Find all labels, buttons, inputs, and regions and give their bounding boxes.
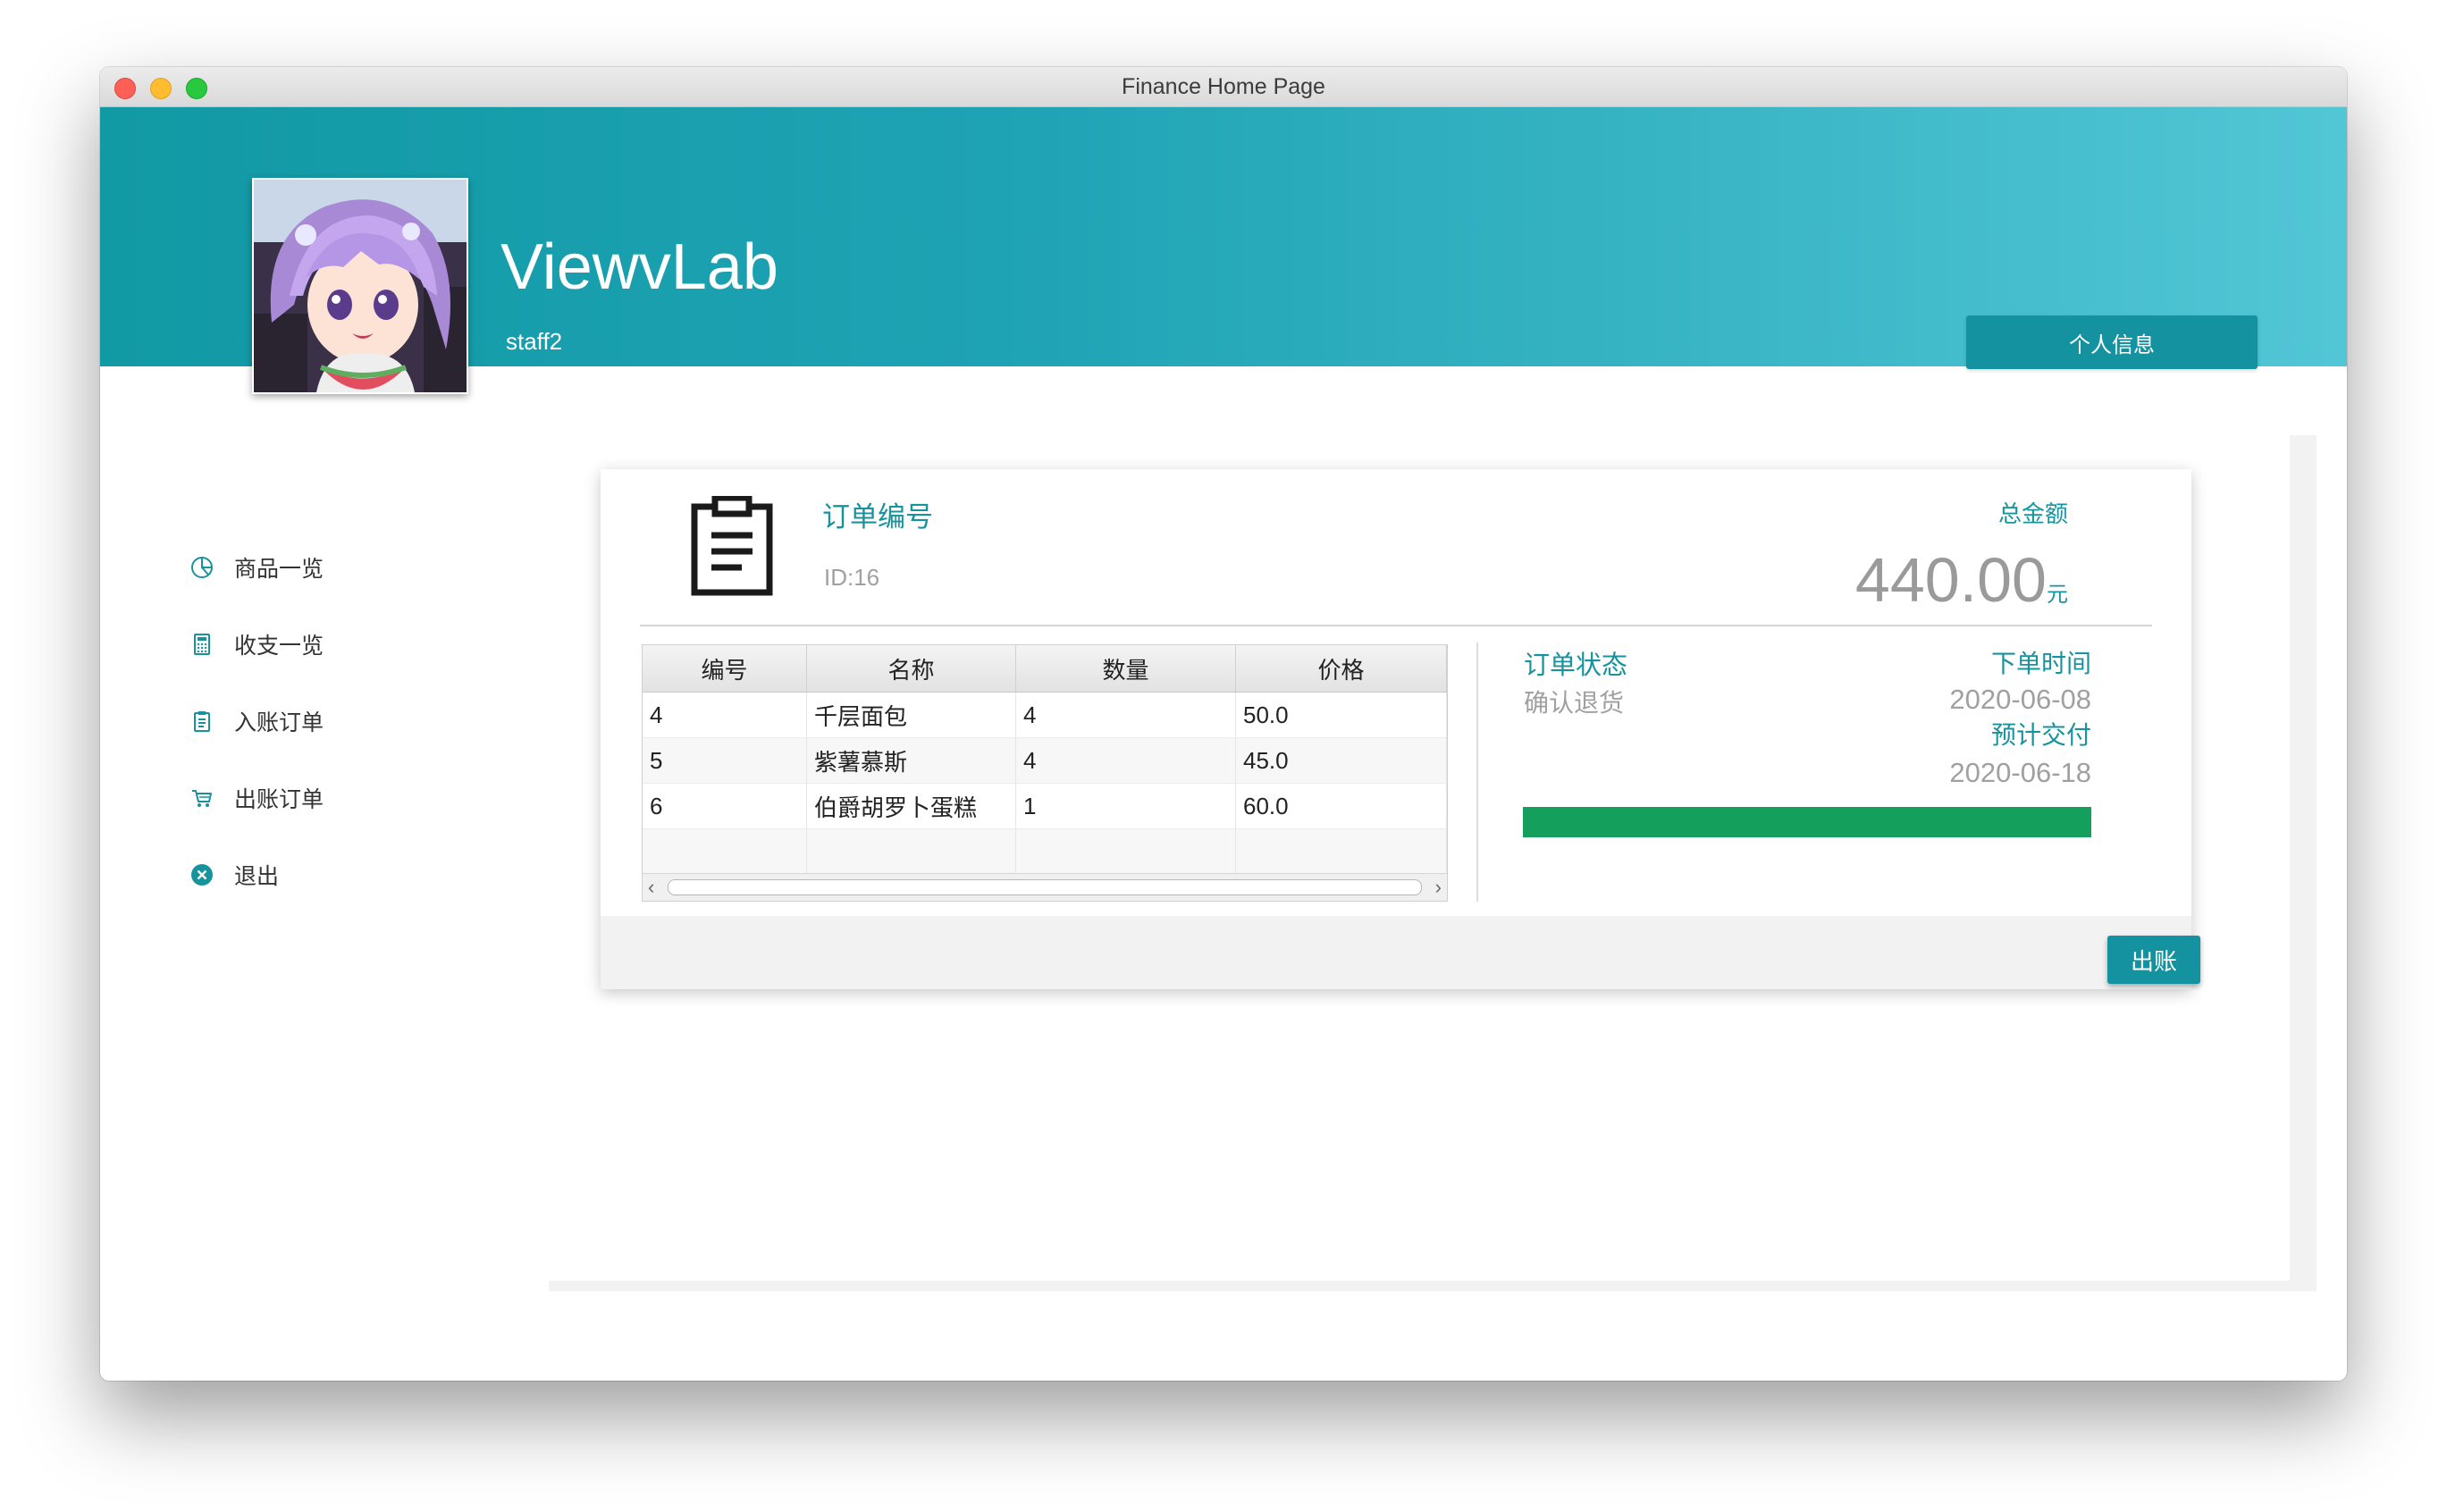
sidebar-item-logout[interactable]: 退出	[189, 857, 413, 893]
pie-chart-icon	[191, 557, 213, 578]
delivery-time-value: 2020-06-18	[1949, 757, 2091, 788]
total-amount: 440.00元	[1855, 544, 2068, 616]
order-time-value: 2020-06-08	[1949, 684, 2091, 715]
checkout-button[interactable]: 出账	[2107, 936, 2200, 984]
table-cell: 紫薯慕斯	[807, 738, 1016, 783]
table-cell: 50.0	[1236, 693, 1447, 737]
empty-cell	[1236, 829, 1447, 874]
table-cell: 4	[1016, 738, 1236, 783]
order-number-label: 订单编号	[822, 501, 933, 533]
vertical-divider	[1476, 643, 1478, 902]
sidebar-item-finance[interactable]: 收支一览	[189, 626, 413, 662]
sidebar-item-incoming-orders[interactable]: 入账订单	[189, 703, 413, 739]
scrollbar-thumb[interactable]	[668, 879, 1422, 895]
table-cell: 45.0	[1236, 738, 1447, 783]
sidebar-item-label: 商品一览	[234, 557, 324, 582]
clipboard-icon	[194, 711, 210, 732]
order-id: ID:16	[824, 564, 880, 591]
empty-cell	[643, 829, 807, 874]
column-header-id[interactable]: 编号	[643, 645, 807, 692]
column-header-quantity[interactable]: 数量	[1016, 645, 1236, 692]
content-bottom-edge	[549, 1281, 2317, 1291]
delivery-time-label: 预计交付	[1990, 721, 2091, 749]
order-clipboard-icon	[691, 496, 773, 596]
column-header-name[interactable]: 名称	[807, 645, 1016, 692]
profile-button[interactable]: 个人信息	[1966, 315, 2258, 369]
title-bar: Finance Home Page	[100, 67, 2347, 107]
content-scroll-edge	[2290, 435, 2317, 1291]
table-row[interactable]: 4 千层面包 4 50.0	[643, 693, 1447, 738]
horizontal-scrollbar[interactable]: ‹ ›	[643, 873, 1447, 901]
currency-unit: 元	[2047, 583, 2068, 607]
username: staff2	[506, 328, 563, 355]
scroll-left-icon[interactable]: ‹	[648, 876, 654, 899]
table-cell: 伯爵胡罗卜蛋糕	[807, 784, 1016, 828]
avatar	[252, 178, 468, 394]
table-row[interactable]: 6 伯爵胡罗卜蛋糕 1 60.0	[643, 784, 1447, 829]
table-cell: 4	[1016, 693, 1236, 737]
sidebar-item-label: 收支一览	[234, 634, 324, 659]
order-status-value: 确认退货	[1524, 689, 1625, 717]
scroll-right-icon[interactable]: ›	[1435, 876, 1442, 899]
app-window: Finance Home Page ViewvLab staff2 个人信息 商…	[100, 67, 2347, 1381]
card-divider	[640, 625, 2152, 626]
sidebar-item-label: 退出	[234, 864, 280, 889]
table-row-empty	[643, 829, 1447, 875]
sidebar-item-label: 出账订单	[234, 787, 324, 812]
table-cell: 5	[643, 738, 807, 783]
order-card-footer	[601, 916, 2191, 989]
table-row[interactable]: 5 紫薯慕斯 4 45.0	[643, 738, 1447, 784]
cart-icon	[192, 790, 212, 807]
sidebar-item-products[interactable]: 商品一览	[189, 550, 413, 585]
app-title: ViewvLab	[500, 231, 778, 303]
order-time-label: 下单时间	[1990, 650, 2091, 677]
table-cell: 1	[1016, 784, 1236, 828]
sidebar-item-outgoing-orders[interactable]: 出账订单	[189, 780, 413, 816]
table-header: 编号 名称 数量 价格	[643, 645, 1447, 693]
calculator-icon	[194, 634, 210, 655]
avatar-image	[254, 180, 467, 392]
order-card: 订单编号 ID:16 总金额 440.00元 编号 名称 数量 价格 4 千层面…	[601, 469, 2200, 989]
table-cell: 4	[643, 693, 807, 737]
window-title: Finance Home Page	[1122, 74, 1325, 99]
order-progress-bar	[1523, 807, 2091, 837]
total-amount-label: 总金额	[1997, 500, 2068, 527]
close-circle-icon	[191, 864, 213, 886]
empty-cell	[807, 829, 1016, 874]
order-items-table[interactable]: 编号 名称 数量 价格 4 千层面包 4 50.0 5 紫薯慕斯 4 45.0 …	[642, 644, 1448, 902]
order-status-label: 订单状态	[1524, 651, 1628, 680]
total-amount-value: 440.00	[1854, 545, 2047, 615]
table-cell: 6	[643, 784, 807, 828]
order-progress-fill	[1523, 807, 2091, 837]
table-cell: 60.0	[1236, 784, 1447, 828]
empty-cell	[1016, 829, 1236, 874]
column-header-price[interactable]: 价格	[1236, 645, 1447, 692]
sidebar-item-label: 入账订单	[234, 710, 324, 735]
table-cell: 千层面包	[807, 693, 1016, 737]
